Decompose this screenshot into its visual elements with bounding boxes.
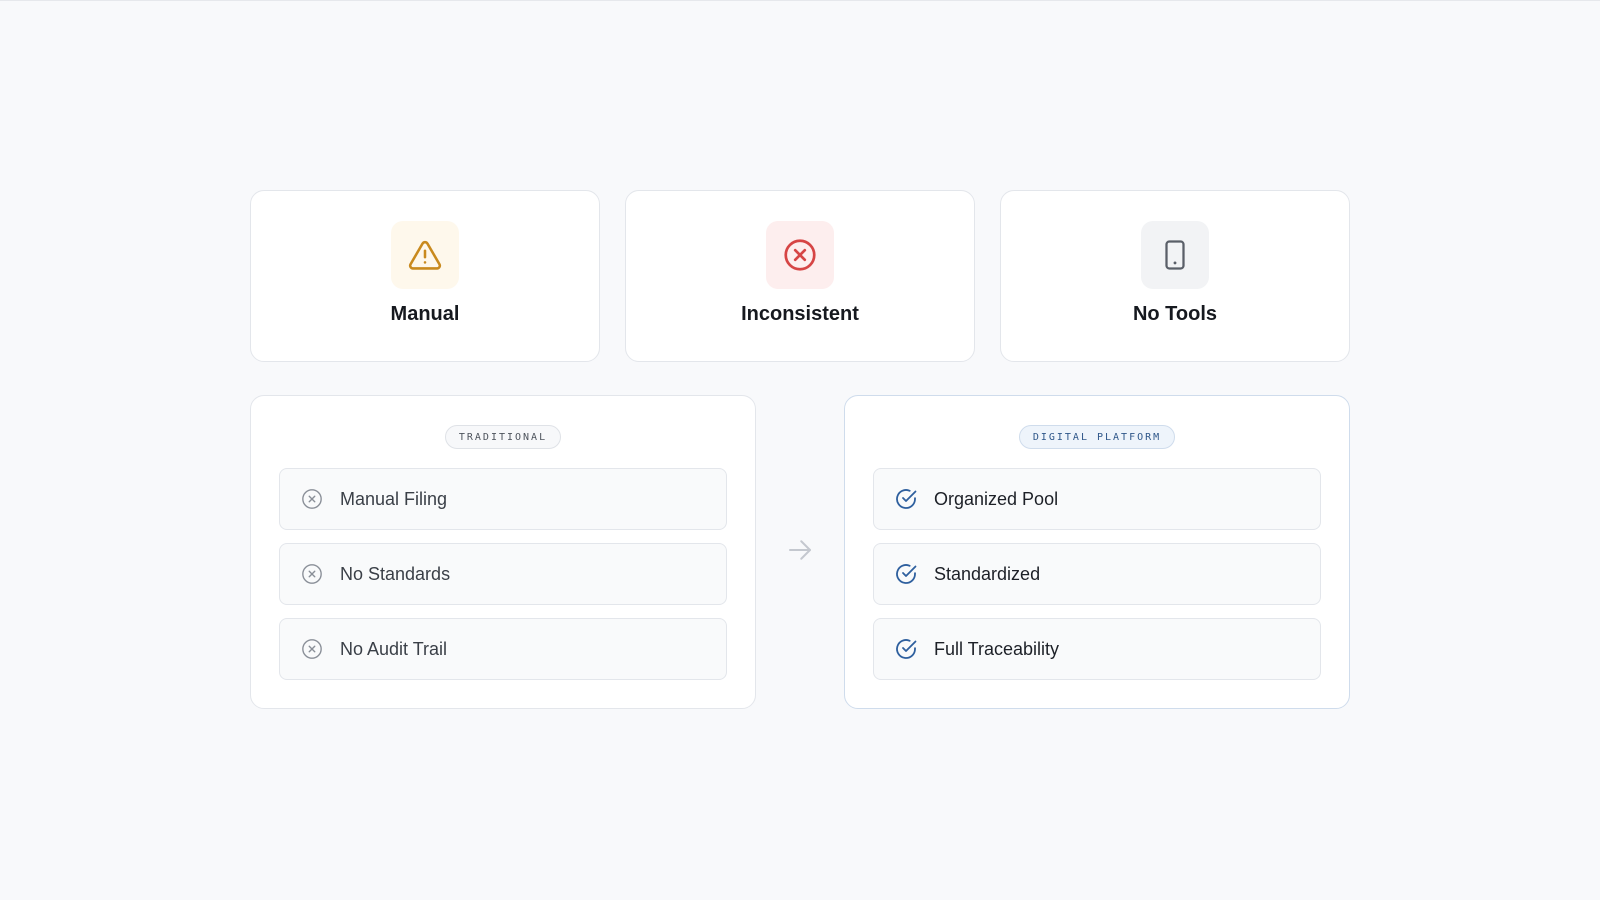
list-item: Organized Pool (873, 468, 1321, 530)
card-inconsistent: Inconsistent (625, 190, 975, 362)
card-title: Inconsistent (741, 303, 859, 325)
list-item-label: Manual Filing (340, 488, 448, 509)
traditional-panel: TRADITIONAL Manual Filing No Standards N… (250, 395, 756, 709)
card-no-tools: No Tools (1000, 190, 1350, 362)
check-circle-icon (894, 487, 918, 511)
digital-badge: DIGITAL PLATFORM (1018, 425, 1176, 449)
main-stage: Manual Inconsistent No Tools TRADITIONAL… (250, 190, 1350, 709)
check-circle-icon (894, 562, 918, 586)
warning-triangle-icon (391, 221, 459, 289)
list-item: Manual Filing (279, 468, 727, 530)
list-item-label: Organized Pool (934, 488, 1059, 509)
list-item-label: No Audit Trail (340, 638, 448, 659)
problem-cards: Manual Inconsistent No Tools (250, 190, 1350, 362)
arrow-right-icon (785, 535, 815, 570)
tablet-icon (1141, 221, 1209, 289)
x-circle-icon (300, 637, 324, 661)
list-item: No Audit Trail (279, 618, 727, 680)
x-circle-icon (766, 221, 834, 289)
digital-panel: DIGITAL PLATFORM Organized Pool Standard… (844, 395, 1350, 709)
transition-arrow (756, 395, 844, 709)
list-item: Standardized (873, 543, 1321, 605)
traditional-badge: TRADITIONAL (444, 425, 562, 449)
list-item-label: Standardized (934, 563, 1041, 584)
card-manual: Manual (250, 190, 600, 362)
list-item-label: No Standards (340, 563, 451, 584)
traditional-list: Manual Filing No Standards No Audit Trai… (279, 468, 727, 680)
list-item: No Standards (279, 543, 727, 605)
x-circle-icon (300, 562, 324, 586)
list-item-label: Full Traceability (934, 638, 1060, 659)
card-title: No Tools (1132, 303, 1218, 325)
x-circle-icon (300, 487, 324, 511)
card-title: Manual (390, 303, 460, 325)
check-circle-icon (894, 637, 918, 661)
list-item: Full Traceability (873, 618, 1321, 680)
top-divider (0, 0, 1600, 1)
comparison: TRADITIONAL Manual Filing No Standards N… (250, 395, 1350, 709)
digital-list: Organized Pool Standardized Full Traceab… (873, 468, 1321, 680)
